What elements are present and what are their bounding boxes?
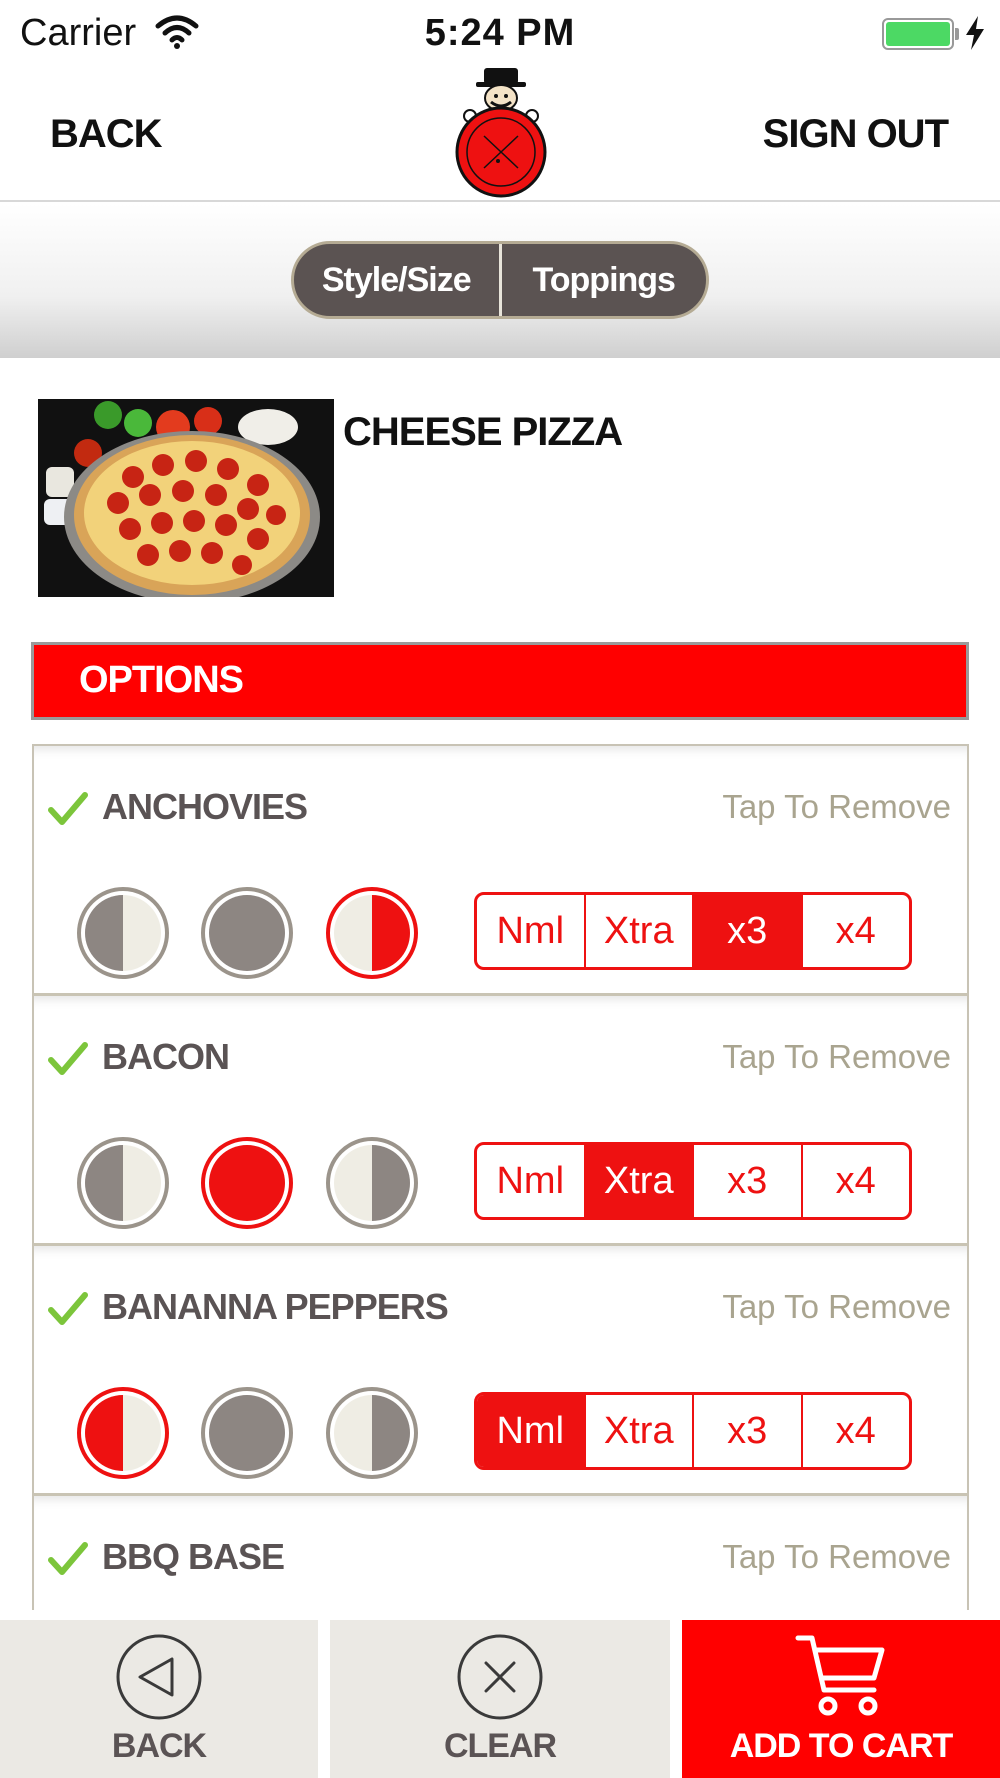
tap-to-remove-button[interactable]: Tap To Remove xyxy=(722,1288,951,1326)
right-half-placement-icon[interactable] xyxy=(325,1136,419,1230)
clear-x-circle-icon xyxy=(457,1634,543,1720)
whole-placement-icon[interactable] xyxy=(200,886,294,980)
toolbar-back-button[interactable]: BACK xyxy=(0,1620,318,1778)
bottom-toolbar: BACK CLEAR ADD TO CART xyxy=(0,1620,1000,1778)
dinos-pizza-logo-icon xyxy=(455,68,547,198)
amount-option-xtra[interactable]: Xtra xyxy=(583,895,693,967)
tap-to-remove-button[interactable]: Tap To Remove xyxy=(722,788,951,826)
shopping-cart-icon xyxy=(795,1635,885,1716)
check-icon xyxy=(48,792,88,825)
amount-option-x3[interactable]: x3 xyxy=(692,895,801,967)
toolbar-clear-label: CLEAR xyxy=(443,1727,557,1765)
amount-option-xtra[interactable]: Xtra xyxy=(583,1145,692,1217)
product-title: CHEESE PIZZA xyxy=(343,410,623,454)
topping-row-bbq-base: BBQ BASE Tap To Remove xyxy=(34,1496,967,1610)
amount-option-x4[interactable]: x4 xyxy=(800,895,910,967)
style-toppings-segmented-control: Style/Size Toppings xyxy=(291,241,709,319)
topping-name: BACON xyxy=(102,1036,230,1077)
tab-toppings[interactable]: Toppings xyxy=(498,244,707,316)
topping-row-bananna-peppers: BANANNA PEPPERS Tap To Remove Nml Xtra x… xyxy=(34,1246,967,1496)
amount-option-x4[interactable]: x4 xyxy=(800,1395,910,1467)
whole-placement-icon[interactable] xyxy=(200,1136,294,1230)
amount-option-nml[interactable]: Nml xyxy=(477,895,584,967)
toppings-list[interactable]: ANCHOVIES Tap To Remove Nml Xtra x3 x4 B… xyxy=(32,744,969,1610)
battery-icon xyxy=(882,18,954,50)
whole-placement-icon[interactable] xyxy=(200,1386,294,1480)
pepperoni-pizza-photo-icon xyxy=(38,399,334,597)
amount-option-xtra[interactable]: Xtra xyxy=(583,1395,693,1467)
amount-option-nml[interactable]: Nml xyxy=(477,1395,584,1467)
amount-option-x3[interactable]: x3 xyxy=(692,1145,801,1217)
tab-style-size[interactable]: Style/Size xyxy=(294,244,499,316)
amount-option-x4[interactable]: x4 xyxy=(800,1145,910,1217)
tap-to-remove-button[interactable]: Tap To Remove xyxy=(722,1038,951,1076)
check-icon xyxy=(48,1542,88,1575)
topping-name: BBQ BASE xyxy=(102,1536,285,1577)
left-half-placement-icon[interactable] xyxy=(76,1386,170,1480)
check-icon xyxy=(48,1042,88,1075)
amount-segmented-control: Nml Xtra x3 x4 xyxy=(474,892,912,970)
topping-row-anchovies: ANCHOVIES Tap To Remove Nml Xtra x3 x4 xyxy=(34,746,967,996)
status-bar: Carrier 5:24 PM xyxy=(0,0,1000,66)
clock: 5:24 PM xyxy=(424,12,576,54)
tap-to-remove-button[interactable]: Tap To Remove xyxy=(722,1538,951,1576)
charging-bolt-icon xyxy=(966,16,984,50)
check-icon xyxy=(48,1292,88,1325)
segment-area: Style/Size Toppings xyxy=(0,204,1000,358)
product-image xyxy=(38,399,334,597)
right-half-placement-icon[interactable] xyxy=(325,1386,419,1480)
amount-option-nml[interactable]: Nml xyxy=(477,1145,584,1217)
options-header-label: OPTIONS xyxy=(79,659,244,701)
add-to-cart-button[interactable]: ADD TO CART xyxy=(682,1620,1000,1778)
right-half-placement-icon[interactable] xyxy=(325,886,419,980)
battery-tip xyxy=(955,28,959,40)
left-half-placement-icon[interactable] xyxy=(76,1136,170,1230)
options-header: OPTIONS xyxy=(31,642,969,720)
toolbar-back-label: BACK xyxy=(111,1727,207,1765)
back-arrow-circle-icon xyxy=(116,1634,202,1720)
amount-option-x3[interactable]: x3 xyxy=(692,1395,801,1467)
topping-row-bacon: BACON Tap To Remove Nml Xtra x3 x4 xyxy=(34,996,967,1246)
amount-segmented-control: Nml Xtra x3 x4 xyxy=(474,1142,912,1220)
sign-out-button[interactable]: SIGN OUT xyxy=(763,112,949,157)
topping-name: ANCHOVIES xyxy=(102,786,308,827)
add-to-cart-label: ADD TO CART xyxy=(729,1727,954,1765)
left-half-placement-icon[interactable] xyxy=(76,886,170,980)
amount-segmented-control: Nml Xtra x3 x4 xyxy=(474,1392,912,1470)
nav-back-button[interactable]: BACK xyxy=(50,112,163,157)
nav-bar: BACK SIGN OUT xyxy=(0,66,1000,202)
topping-name: BANANNA PEPPERS xyxy=(102,1286,449,1327)
toolbar-clear-button[interactable]: CLEAR xyxy=(330,1620,670,1778)
